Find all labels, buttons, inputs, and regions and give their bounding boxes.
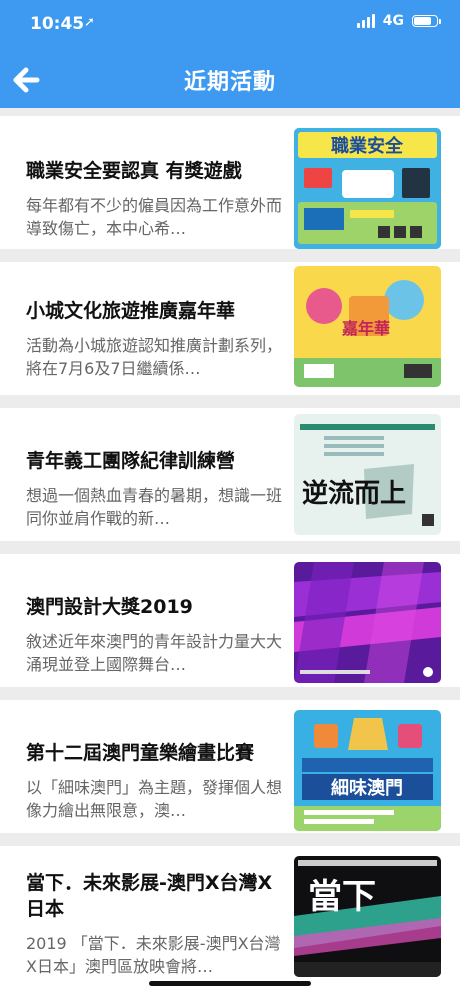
thumbnail-text: 嘉年華 xyxy=(341,319,390,338)
status-indicators: 4G xyxy=(356,13,441,29)
app-header: 10:45 ➚ 4G 近期活動 xyxy=(0,0,460,108)
network-type: 4G xyxy=(382,13,404,29)
event-card[interactable]: 第十二屆澳門童樂繪畫比賽 以「細味澳門」為主題，發揮個人想像力繪出無限意，澳… … xyxy=(0,700,460,833)
event-card[interactable]: 當下．未來影展-澳門X台灣X日本 2019 「當下．未來影展-澳門X台灣X日本」… xyxy=(0,846,460,996)
thumbnail-text: 職業安全 xyxy=(331,135,404,157)
event-thumbnail: 當下 xyxy=(294,856,441,977)
signal-icon xyxy=(356,14,375,28)
event-description: 活動為小城旅遊認知推廣計劃系列，將在7月6及7日繼續係… xyxy=(26,336,283,378)
status-time: 10:45 xyxy=(30,14,85,34)
thumbnail-text: 逆流而上 xyxy=(302,478,406,509)
battery-icon xyxy=(412,15,441,27)
event-thumbnail: 嘉年華 xyxy=(294,266,441,387)
event-thumbnail xyxy=(294,562,441,683)
event-description: 想過一個熱血青春的暑期，想識一班同你並肩作戰的新… xyxy=(26,486,283,528)
page-title: 近期活動 xyxy=(183,70,276,95)
location-arrow-icon: ➚ xyxy=(84,15,95,30)
event-title: 澳門設計大獎2019 xyxy=(26,596,193,618)
event-description: 每年都有不少的僱員因為工作意外而導致傷亡，本中心希… xyxy=(26,196,283,238)
event-card[interactable]: 小城文化旅遊推廣嘉年華 活動為小城旅遊認知推廣計劃系列，將在7月6及7日繼續係…… xyxy=(0,262,460,395)
thumbnail-text: 當下 xyxy=(308,877,376,917)
event-card[interactable]: 職業安全要認真 有獎遊戲 每年都有不少的僱員因為工作意外而導致傷亡，本中心希… … xyxy=(0,116,460,249)
event-description: 敘述近年來澳門的青年設計力量大大涌現並登上國際舞台… xyxy=(26,632,283,674)
event-thumbnail: 逆流而上 xyxy=(294,414,441,535)
home-indicator[interactable] xyxy=(149,981,311,986)
event-title: 小城文化旅遊推廣嘉年華 xyxy=(26,300,236,322)
event-description: 2019 「當下．未來影展-澳門X台灣X日本」澳門區放映會將… xyxy=(26,934,281,976)
event-title: 當下．未來影展-澳門X台灣X日本 xyxy=(26,872,273,920)
event-thumbnail: 職業安全 xyxy=(294,128,441,249)
thumbnail-text: 細味澳門 xyxy=(331,777,403,799)
event-card[interactable]: 青年義工團隊紀律訓練營 想過一個熱血青春的暑期，想識一班同你並肩作戰的新… 逆流… xyxy=(0,408,460,541)
event-title: 青年義工團隊紀律訓練營 xyxy=(26,450,236,472)
event-card[interactable]: 澳門設計大獎2019 敘述近年來澳門的青年設計力量大大涌現並登上國際舞台… xyxy=(0,554,460,687)
event-title: 職業安全要認真 有獎遊戲 xyxy=(26,160,242,182)
event-title: 第十二屆澳門童樂繪畫比賽 xyxy=(26,742,255,764)
event-thumbnail: 細味澳門 xyxy=(294,710,441,831)
event-description: 以「細味澳門」為主題，發揮個人想像力繪出無限意，澳… xyxy=(26,778,283,820)
